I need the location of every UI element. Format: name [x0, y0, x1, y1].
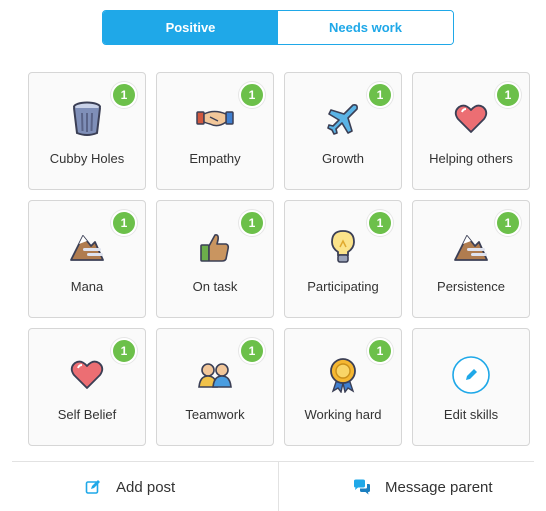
footer-vertical-divider: [278, 462, 279, 511]
skill-label: Participating: [307, 279, 379, 294]
skill-card-cubby-holes[interactable]: 1 Cubby Holes: [28, 72, 146, 190]
skill-card-mana[interactable]: 1 Mana: [28, 200, 146, 318]
skill-card-teamwork[interactable]: 1 Teamwork: [156, 328, 274, 446]
message-parent-label: Message parent: [385, 478, 493, 496]
message-parent-button[interactable]: Message parent: [353, 478, 493, 496]
count-badge: 1: [111, 338, 137, 364]
medal-icon: [323, 355, 363, 395]
skill-card-working-hard[interactable]: 1 Working hard: [284, 328, 402, 446]
people-icon: [195, 355, 235, 395]
tab-needs-work[interactable]: Needs work: [278, 11, 453, 44]
skill-label: Working hard: [304, 407, 382, 422]
thumbs-up-icon: [195, 227, 235, 267]
skill-card-on-task[interactable]: 1 On task: [156, 200, 274, 318]
lightbulb-icon: [323, 227, 363, 267]
count-badge: 1: [367, 82, 393, 108]
edit-skills-card[interactable]: Edit skills: [412, 328, 530, 446]
skill-label: Growth: [322, 151, 364, 166]
skill-card-empathy[interactable]: 1 Empathy: [156, 72, 274, 190]
tab-positive[interactable]: Positive: [103, 11, 278, 44]
skill-label: Mana: [70, 279, 104, 294]
count-badge: 1: [367, 210, 393, 236]
skill-label: Edit skills: [443, 407, 499, 422]
skill-label: Teamwork: [185, 407, 245, 422]
trash-can-icon: [67, 99, 107, 139]
pencil-icon: [451, 355, 491, 395]
skill-card-growth[interactable]: 1 Growth: [284, 72, 402, 190]
mountain-icon: [451, 227, 491, 267]
count-badge: 1: [111, 82, 137, 108]
chat-bubbles-icon: [353, 478, 371, 496]
skill-card-helping-others[interactable]: 1 Helping others: [412, 72, 530, 190]
heart-icon: [67, 355, 107, 395]
count-badge: 1: [495, 210, 521, 236]
count-badge: 1: [111, 210, 137, 236]
count-badge: 1: [367, 338, 393, 364]
handshake-icon: [195, 99, 235, 139]
skills-grid: 1 Cubby Holes 1 Empathy 1 Growth 1 Helpi…: [28, 72, 530, 446]
airplane-icon: [323, 99, 363, 139]
mountain-icon: [67, 227, 107, 267]
skill-card-participating[interactable]: 1 Participating: [284, 200, 402, 318]
footer-divider: [12, 461, 534, 462]
skill-type-toggle: Positive Needs work: [102, 10, 454, 45]
add-post-button[interactable]: Add post: [84, 478, 175, 496]
count-badge: 1: [239, 338, 265, 364]
skill-label: Empathy: [189, 151, 241, 166]
skill-label: Self Belief: [57, 407, 117, 422]
count-badge: 1: [239, 82, 265, 108]
skill-label: On task: [192, 279, 238, 294]
skill-label: Cubby Holes: [49, 151, 125, 166]
count-badge: 1: [239, 210, 265, 236]
heart-icon: [451, 99, 491, 139]
skill-card-persistence[interactable]: 1 Persistence: [412, 200, 530, 318]
skill-label: Helping others: [429, 151, 513, 166]
add-post-label: Add post: [116, 478, 176, 496]
edit-icon: [84, 478, 102, 496]
count-badge: 1: [495, 82, 521, 108]
skill-card-self-belief[interactable]: 1 Self Belief: [28, 328, 146, 446]
skill-label: Persistence: [437, 279, 505, 294]
